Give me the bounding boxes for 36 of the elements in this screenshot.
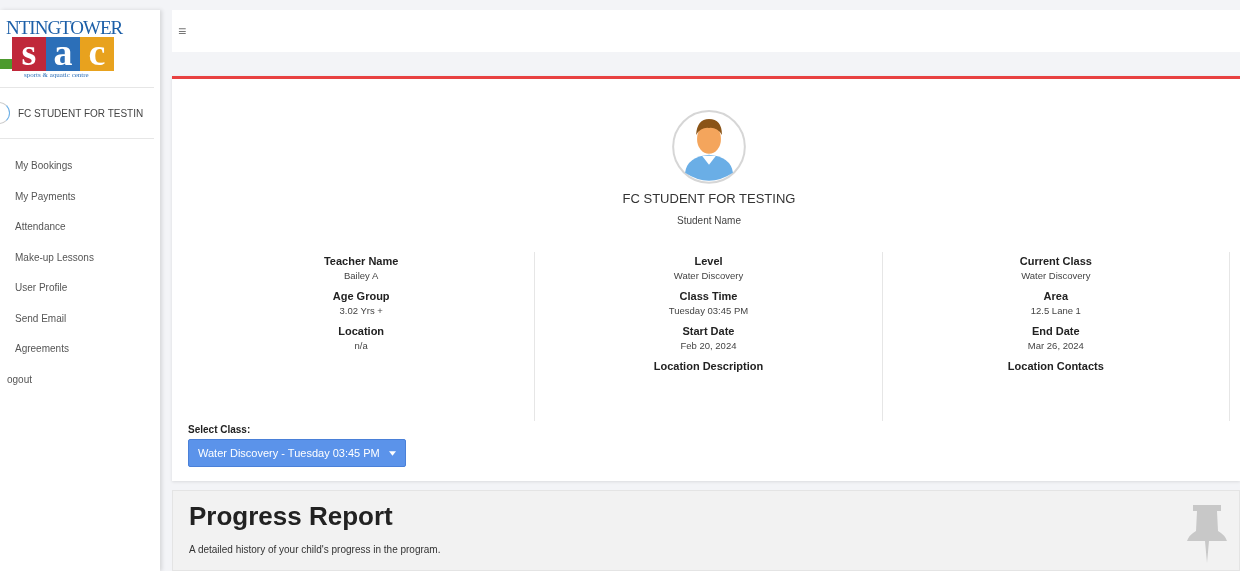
- caret-icon: [388, 450, 396, 456]
- field-value: Feb 20, 2024: [680, 339, 737, 351]
- field-value: n/a: [354, 339, 368, 351]
- section-description: A detailed history of your child's progress in the program.: [189, 544, 441, 555]
- field-label: Level: [694, 254, 723, 267]
- nav-link[interactable]: Make-up Lessons: [0, 242, 160, 273]
- student-name: FC STUDENT FOR TESTING: [622, 190, 796, 206]
- field-value: Water Discovery: [673, 269, 744, 281]
- nav-link[interactable]: Send Email: [0, 303, 160, 334]
- field-value: Mar 26, 2024: [1027, 339, 1084, 351]
- field-label: End Date: [1031, 324, 1080, 337]
- field-label: Location Contacts: [1007, 359, 1104, 372]
- field-value: Bailey A: [344, 269, 379, 281]
- field-label: Location Description: [653, 359, 764, 372]
- field-value: 3.02 Yrs +: [339, 304, 383, 316]
- nav-link[interactable]: Agreements: [0, 334, 160, 365]
- field-value: Water Discovery: [1021, 269, 1091, 281]
- field-label: Teacher Name: [323, 254, 399, 267]
- field-value: 12.5 Lane 1: [1030, 304, 1081, 316]
- field-value: Tuesday 03:45 PM: [668, 304, 749, 316]
- nav-link[interactable]: My Bookings: [0, 151, 160, 182]
- student-name-label: Student Name: [677, 214, 741, 226]
- field-label: Current Class: [1019, 254, 1092, 267]
- field-label: Class Time: [679, 289, 738, 302]
- user-name[interactable]: FC STUDENT FOR TESTIN: [18, 107, 144, 119]
- nav-link[interactable]: User Profile: [0, 273, 160, 304]
- menu-button[interactable]: ≡: [172, 23, 193, 39]
- field-label: Age Group: [332, 289, 390, 302]
- nav-link[interactable]: My Payments: [0, 181, 160, 212]
- field-label: Location: [338, 324, 385, 337]
- field-label: Start Date: [682, 324, 735, 337]
- nav-link[interactable]: ogout: [0, 364, 160, 395]
- section-title: Progress Report: [189, 501, 394, 532]
- nav-link[interactable]: Attendance: [0, 212, 160, 243]
- field-label: Area: [1043, 289, 1069, 302]
- select-class-label: Select Class:: [188, 424, 251, 435]
